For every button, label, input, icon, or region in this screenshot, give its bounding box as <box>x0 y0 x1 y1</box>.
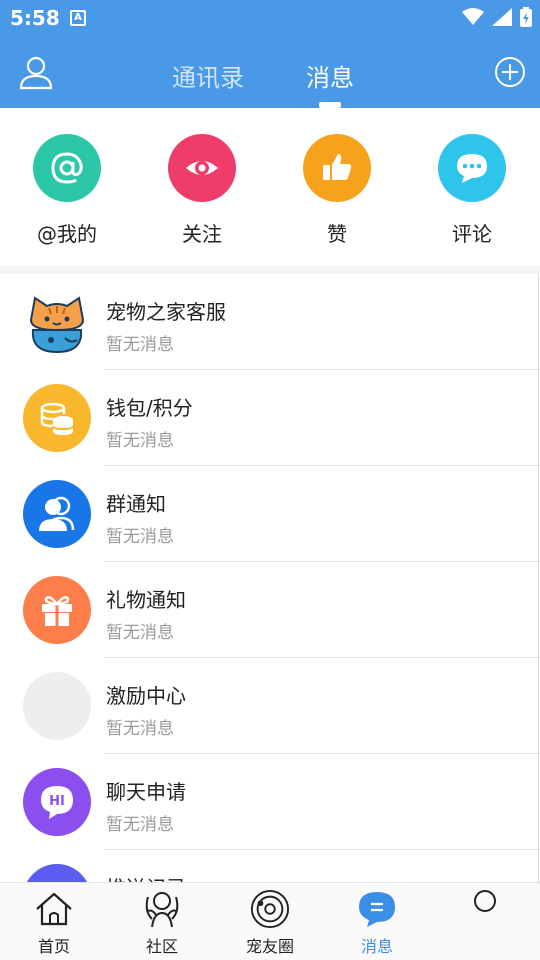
item-subtitle: 暂无消息 <box>106 431 174 451</box>
push-icon <box>23 864 91 882</box>
item-subtitle: 暂无消息 <box>106 623 174 643</box>
item-title: 钱包/积分 <box>106 396 193 420</box>
group-icon <box>23 480 91 548</box>
quick-action-label: 关注 <box>182 222 222 246</box>
app-header: 5:58 A 通讯录 消息 <box>0 0 540 108</box>
cat-mascot-icon <box>23 288 91 356</box>
signal-icon <box>492 8 512 26</box>
list-item[interactable]: 钱包/积分 暂无消息 <box>0 370 540 466</box>
list-item[interactable]: 宠物之家客服 暂无消息 <box>0 274 540 370</box>
item-title: 聊天申请 <box>106 780 186 804</box>
circle-icon <box>465 889 505 919</box>
at-icon <box>33 134 101 202</box>
item-title: 推送记录 <box>106 872 186 882</box>
gift-icon <box>23 576 91 644</box>
item-title: 激励中心 <box>106 684 186 708</box>
quick-action-at-me[interactable]: @我的 <box>12 134 122 247</box>
bottom-navigation: 首页 社区 宠友圈 消息 <box>0 882 540 960</box>
item-title: 礼物通知 <box>106 588 186 612</box>
list-item[interactable]: 推送记录 <box>0 850 540 882</box>
quick-actions: @我的 关注 赞 评论 <box>0 108 540 266</box>
nav-pet-circle[interactable]: 宠友圈 <box>230 889 310 957</box>
list-item[interactable]: HI 聊天申请 暂无消息 <box>0 754 540 850</box>
quick-action-label: @我的 <box>37 222 97 246</box>
planet-icon <box>250 889 290 929</box>
nav-home[interactable]: 首页 <box>14 889 94 957</box>
user-icon[interactable] <box>18 54 54 90</box>
notification-a-icon: A <box>70 10 86 26</box>
list-edge-line <box>538 274 539 882</box>
item-title: 群通知 <box>106 492 166 516</box>
list-item[interactable]: 礼物通知 暂无消息 <box>0 562 540 658</box>
message-icon <box>357 889 397 929</box>
thumbs-up-icon <box>303 134 371 202</box>
status-time: 5:58 <box>10 6 60 30</box>
nav-label: 首页 <box>37 937 70 956</box>
community-icon <box>142 889 182 929</box>
hi-bubble-icon: HI <box>23 768 91 836</box>
chat-bubble-icon <box>438 134 506 202</box>
item-subtitle: 暂无消息 <box>106 719 174 739</box>
quick-action-follow[interactable]: 关注 <box>147 134 257 247</box>
nav-messages[interactable]: 消息 <box>337 889 417 957</box>
message-list: 宠物之家客服 暂无消息 钱包/积分 暂无消息 群通知 暂无消息 礼物通知 暂无消… <box>0 274 540 882</box>
coins-icon <box>23 384 91 452</box>
quick-action-like[interactable]: 赞 <box>282 134 392 247</box>
item-title: 宠物之家客服 <box>106 300 226 324</box>
quick-action-comment[interactable]: 评论 <box>417 134 527 247</box>
eye-icon <box>168 134 236 202</box>
nav-profile[interactable] <box>445 889 525 923</box>
placeholder-avatar <box>23 672 91 740</box>
status-bar: 5:58 A <box>0 0 540 36</box>
wifi-icon <box>462 8 484 25</box>
battery-icon <box>520 7 532 27</box>
nav-label: 消息 <box>360 937 393 956</box>
top-navigation: 通讯录 消息 <box>0 36 540 108</box>
quick-action-label: 赞 <box>327 222 347 246</box>
list-item[interactable]: 激励中心 暂无消息 <box>0 658 540 754</box>
item-subtitle: 暂无消息 <box>106 527 174 547</box>
nav-label: 社区 <box>145 937 178 956</box>
item-subtitle: 暂无消息 <box>106 815 174 835</box>
tab-messages[interactable]: 消息 <box>306 58 354 93</box>
hi-badge-text: HI <box>49 794 65 809</box>
home-icon <box>34 889 74 929</box>
tab-contacts[interactable]: 通讯录 <box>172 58 244 93</box>
status-icons <box>462 7 532 27</box>
nav-label: 宠友圈 <box>245 937 294 956</box>
quick-action-label: 评论 <box>452 222 492 246</box>
nav-community[interactable]: 社区 <box>122 889 202 957</box>
item-subtitle: 暂无消息 <box>106 335 174 355</box>
section-divider <box>0 266 540 274</box>
list-item[interactable]: 群通知 暂无消息 <box>0 466 540 562</box>
plus-circle-icon[interactable] <box>494 56 526 88</box>
